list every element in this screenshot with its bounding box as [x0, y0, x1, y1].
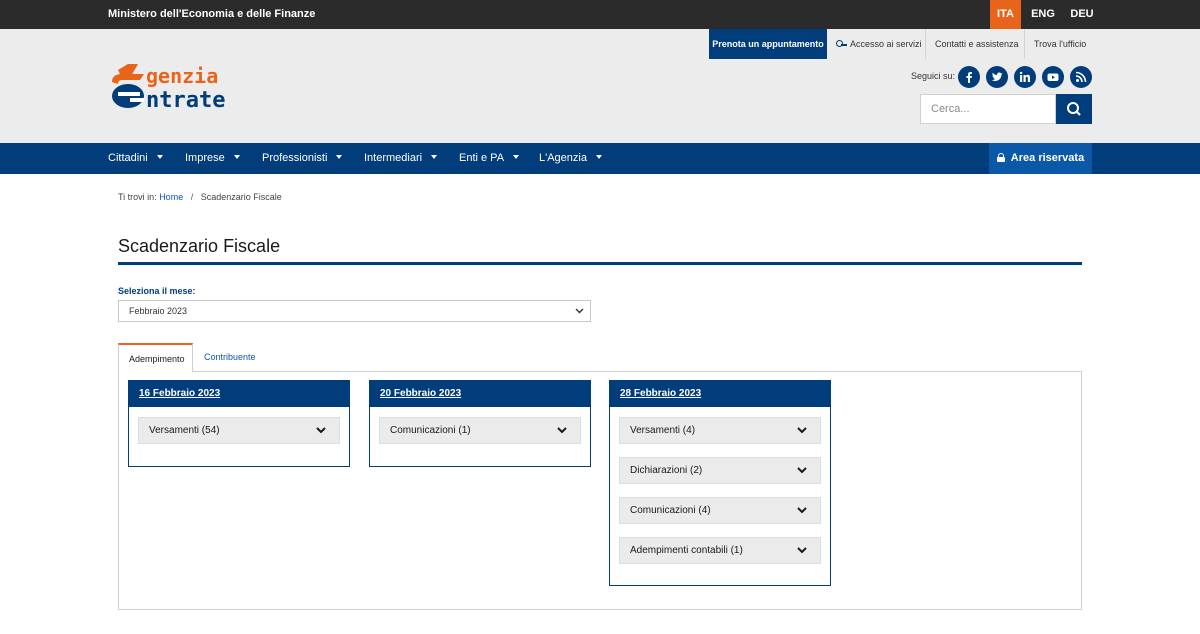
accordion-item[interactable]: Versamenti (4)	[619, 417, 821, 444]
date-card: 20 Febbraio 2023 Comunicazioni (1)	[369, 380, 591, 467]
nav-label: Professionisti	[262, 152, 328, 164]
rss-icon[interactable]	[1070, 66, 1092, 88]
caret-down-icon	[595, 155, 602, 159]
breadcrumb-separator: /	[190, 192, 194, 202]
top-bar: Ministero dell'Economia e delle Finanze …	[0, 0, 1200, 29]
breadcrumb-current: Scadenzario Fiscale	[200, 192, 282, 202]
chevron-down-icon	[797, 507, 807, 514]
nav-professionisti[interactable]: Professionisti	[262, 143, 343, 174]
caret-down-icon	[233, 155, 240, 159]
caret-down-icon	[336, 155, 343, 159]
accesso-servizi-label: Accesso ai servizi	[850, 39, 922, 49]
breadcrumb-home-link[interactable]: Home	[159, 192, 183, 202]
caret-down-icon	[156, 155, 163, 159]
date-card: 16 Febbraio 2023 Versamenti (54)	[128, 380, 350, 467]
tab-contribuente[interactable]: Contribuente	[194, 343, 266, 371]
month-select[interactable]: Febbraio 2023	[118, 300, 591, 322]
caret-down-icon	[513, 155, 520, 159]
page-title: Scadenzario Fiscale	[118, 236, 281, 256]
date-card-title[interactable]: 20 Febbraio 2023	[370, 381, 590, 407]
date-card-title[interactable]: 16 Febbraio 2023	[129, 381, 349, 407]
chevron-down-icon	[797, 547, 807, 554]
accordion-label: Comunicazioni (4)	[630, 505, 711, 516]
prenota-appuntamento-link[interactable]: Prenota un appuntamento	[709, 29, 827, 59]
lang-deu[interactable]: DEU	[1064, 0, 1100, 29]
chevron-down-icon	[797, 427, 807, 434]
facebook-icon[interactable]	[958, 66, 980, 88]
accordion-item[interactable]: Comunicazioni (4)	[619, 497, 821, 524]
date-card-title[interactable]: 28 Febbraio 2023	[610, 381, 830, 407]
tab-adempimento[interactable]: Adempimento	[118, 343, 193, 372]
nav-intermediari[interactable]: Intermediari	[364, 143, 438, 174]
nav-label: Enti e PA	[459, 152, 505, 164]
nav-imprese[interactable]: Imprese	[185, 143, 240, 174]
seguici-label: Seguici su:	[911, 71, 956, 81]
contatti-assistenza-link[interactable]: Contatti e assistenza	[925, 29, 1028, 59]
trova-ufficio-link[interactable]: Trova l'ufficio	[1024, 29, 1095, 59]
title-divider	[118, 262, 1082, 265]
search-input[interactable]	[920, 94, 1056, 124]
area-riservata-button[interactable]: Area riservata	[989, 143, 1092, 174]
search-button[interactable]	[1056, 94, 1092, 124]
chevron-down-icon	[557, 427, 567, 434]
accordion-label: Adempimenti contabili (1)	[630, 545, 743, 556]
logo-text-ntrate: ntrate	[146, 88, 225, 112]
lock-icon	[996, 153, 1005, 162]
lang-ita[interactable]: ITA	[990, 0, 1021, 29]
area-riservata-label: Area riservata	[1010, 152, 1085, 164]
month-select-label: Seleziona il mese:	[118, 286, 196, 296]
chevron-down-icon	[575, 308, 584, 314]
logo-text-genzia: genzia	[146, 64, 218, 88]
ministry-name: Ministero dell'Economia e delle Finanze	[108, 8, 316, 20]
accordion-item[interactable]: Dichiarazioni (2)	[619, 457, 821, 484]
nav-label: L'Agenzia	[539, 152, 587, 164]
accordion-label: Comunicazioni (1)	[390, 425, 471, 436]
nav-label: Cittadini	[108, 152, 148, 164]
accordion-label: Dichiarazioni (2)	[630, 465, 703, 476]
accordion-item[interactable]: Comunicazioni (1)	[379, 417, 581, 444]
key-icon	[836, 40, 847, 48]
linkedin-icon[interactable]	[1014, 66, 1036, 88]
accordion-item[interactable]: Versamenti (54)	[138, 417, 340, 444]
nav-cittadini[interactable]: Cittadini	[108, 143, 163, 174]
chevron-down-icon	[797, 467, 807, 474]
nav-agenzia[interactable]: L'Agenzia	[539, 143, 602, 174]
caret-down-icon	[431, 155, 438, 159]
youtube-icon[interactable]	[1042, 66, 1064, 88]
breadcrumb: Ti trovi in: Home / Scadenzario Fiscale	[118, 192, 282, 202]
lang-eng[interactable]: ENG	[1026, 0, 1060, 29]
nav-label: Imprese	[185, 152, 225, 164]
accordion-label: Versamenti (4)	[630, 425, 696, 436]
twitter-icon[interactable]	[986, 66, 1008, 88]
breadcrumb-prefix: Ti trovi in:	[118, 192, 157, 202]
accordion-label: Versamenti (54)	[149, 425, 220, 436]
date-card: 28 Febbraio 2023 Versamenti (4) Dichiara…	[609, 380, 831, 586]
nav-enti-pa[interactable]: Enti e PA	[459, 143, 520, 174]
chevron-down-icon	[316, 427, 326, 434]
accordion-item[interactable]: Adempimenti contabili (1)	[619, 537, 821, 564]
nav-label: Intermediari	[364, 152, 423, 164]
header: Prenota un appuntamento Accesso ai servi…	[0, 29, 1200, 143]
accesso-servizi-link[interactable]: Accesso ai servizi	[827, 29, 931, 59]
search-icon	[1067, 102, 1081, 116]
month-select-value: Febbraio 2023	[129, 306, 188, 316]
agenzia-entrate-logo[interactable]: genzia ntrate	[108, 60, 273, 112]
